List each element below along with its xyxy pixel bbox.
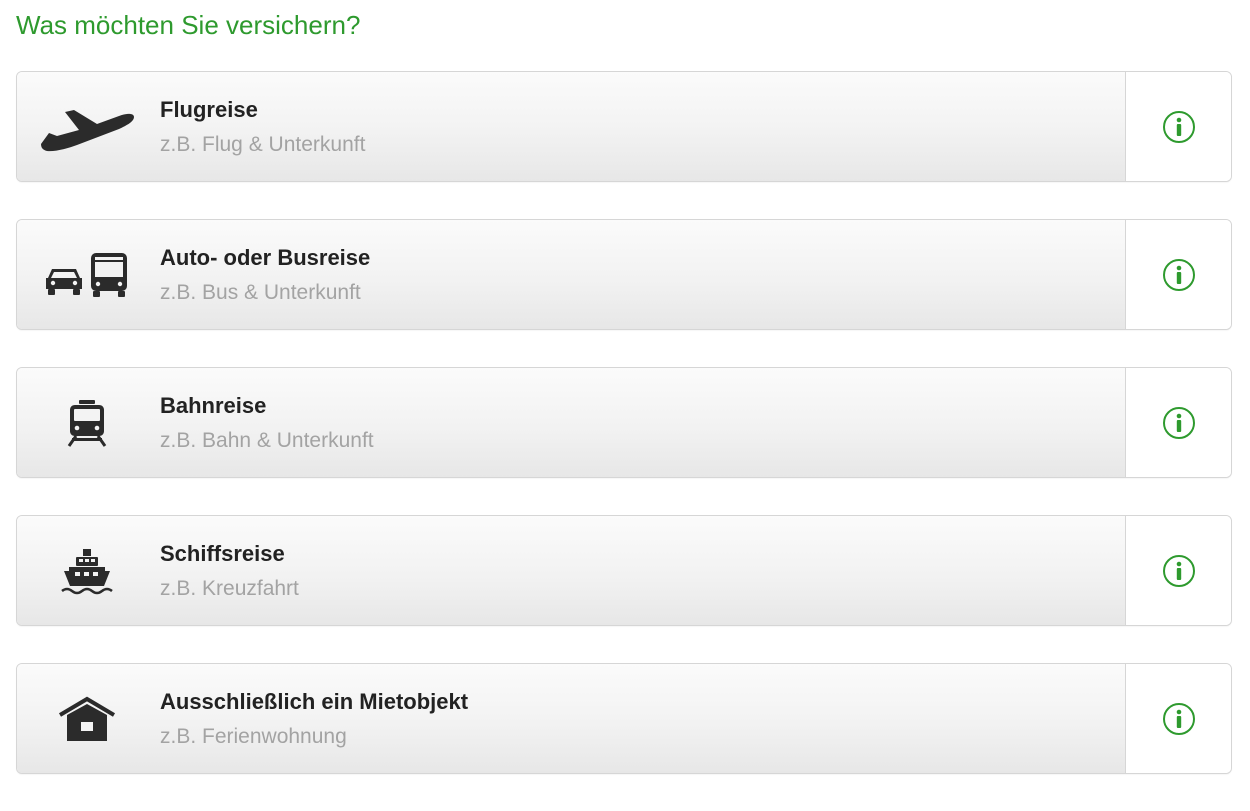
info-icon — [1162, 258, 1195, 291]
option-title: Schiffsreise — [160, 541, 285, 566]
option-card-auto-busreise: Auto- oder Busreise z.B. Bus & Unterkunf… — [16, 219, 1232, 330]
page-title: Was möchten Sie versichern? — [16, 10, 361, 40]
info-icon — [1162, 110, 1195, 143]
info-button-flugreise[interactable] — [1125, 72, 1231, 181]
option-subtitle: z.B. Flug & Unterkunft — [160, 133, 366, 156]
option-subtitle: z.B. Ferienwohnung — [160, 725, 347, 748]
info-button-bahnreise[interactable] — [1125, 368, 1231, 477]
option-card-schiffsreise: Schiffsreise z.B. Kreuzfahrt — [16, 515, 1232, 626]
info-icon — [1162, 554, 1195, 587]
car-bus-icon — [37, 242, 137, 308]
option-select-schiffsreise[interactable]: Schiffsreise z.B. Kreuzfahrt — [17, 516, 1125, 625]
option-select-flugreise[interactable]: Flugreise z.B. Flug & Unterkunft — [17, 72, 1125, 181]
option-card-flugreise: Flugreise z.B. Flug & Unterkunft — [16, 71, 1232, 182]
house-icon — [37, 686, 137, 752]
option-subtitle: z.B. Bahn & Unterkunft — [160, 429, 374, 452]
option-select-mietobjekt[interactable]: Ausschließlich ein Mietobjekt z.B. Ferie… — [17, 664, 1125, 773]
info-button-mietobjekt[interactable] — [1125, 664, 1231, 773]
option-subtitle: z.B. Kreuzfahrt — [160, 577, 299, 600]
option-card-bahnreise: Bahnreise z.B. Bahn & Unterkunft — [16, 367, 1232, 478]
option-title: Ausschließlich ein Mietobjekt — [160, 689, 469, 714]
option-title: Auto- oder Busreise — [160, 245, 371, 270]
option-subtitle: z.B. Bus & Unterkunft — [160, 281, 361, 304]
option-title: Flugreise — [160, 97, 258, 122]
ship-icon — [37, 538, 137, 604]
option-title: Bahnreise — [160, 393, 267, 418]
option-select-auto-busreise[interactable]: Auto- oder Busreise z.B. Bus & Unterkunf… — [17, 220, 1125, 329]
info-button-schiffsreise[interactable] — [1125, 516, 1231, 625]
info-icon — [1162, 406, 1195, 439]
train-icon — [37, 390, 137, 456]
airplane-icon — [37, 94, 137, 160]
option-card-mietobjekt: Ausschließlich ein Mietobjekt z.B. Ferie… — [16, 663, 1232, 774]
info-button-auto-busreise[interactable] — [1125, 220, 1231, 329]
insurance-option-list: Flugreise z.B. Flug & Unterkunft Auto- o… — [16, 71, 1232, 811]
info-icon — [1162, 702, 1195, 735]
option-select-bahnreise[interactable]: Bahnreise z.B. Bahn & Unterkunft — [17, 368, 1125, 477]
